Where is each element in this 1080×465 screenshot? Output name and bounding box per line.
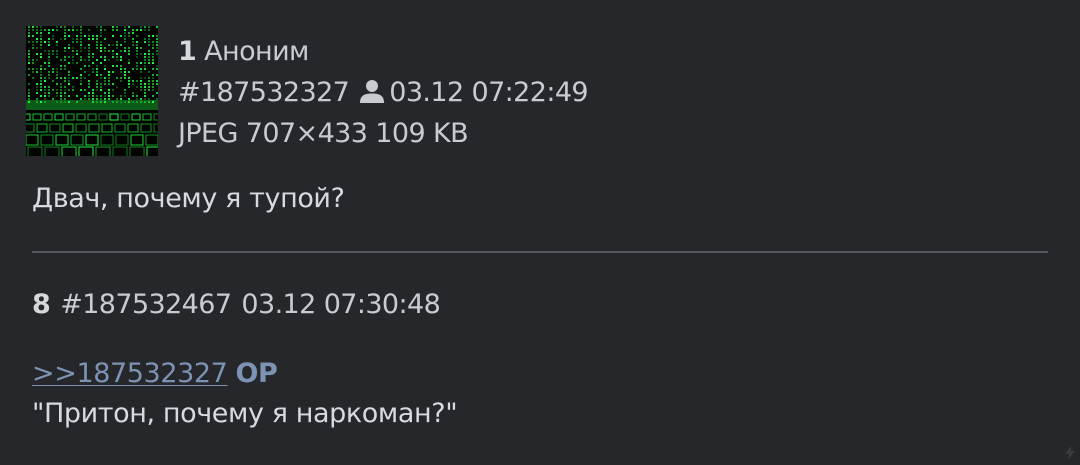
watermark-icon bbox=[1064, 445, 1076, 460]
post-author: Аноним bbox=[204, 36, 309, 67]
post-id[interactable]: #187532327 bbox=[178, 77, 350, 108]
op-badge: OP bbox=[235, 358, 278, 389]
file-info-text[interactable]: JPEG 707×433 109 KB bbox=[178, 118, 469, 149]
reply-header: 8 #187532467 03.12 07:30:48 bbox=[32, 288, 450, 322]
reply-text: "Притон, почему я наркоман?" bbox=[32, 398, 458, 429]
quote-link[interactable]: >>187532327 bbox=[32, 358, 228, 389]
file-info[interactable]: JPEG 707×433 109 KB bbox=[178, 117, 469, 151]
op-post-header: 1 Аноним bbox=[178, 35, 309, 69]
reply-quote-line: >>187532327 OP bbox=[32, 357, 278, 391]
op-post-text: Двач, почему я тупой? bbox=[32, 183, 345, 214]
reply-timestamp: 03.12 07:30:48 bbox=[241, 289, 441, 320]
post-image-thumbnail[interactable] bbox=[26, 26, 158, 156]
matrix-keyboard-image bbox=[26, 26, 158, 156]
post-timestamp: 03.12 07:22:49 bbox=[389, 77, 588, 108]
post-number[interactable]: 1 bbox=[178, 36, 197, 67]
post-divider bbox=[32, 251, 1048, 253]
reply-post-id[interactable]: #187532467 bbox=[60, 289, 232, 320]
person-icon bbox=[359, 78, 385, 104]
op-post-id-row: #187532327 03.12 07:22:49 bbox=[178, 76, 589, 110]
reply-number[interactable]: 8 bbox=[32, 289, 51, 320]
